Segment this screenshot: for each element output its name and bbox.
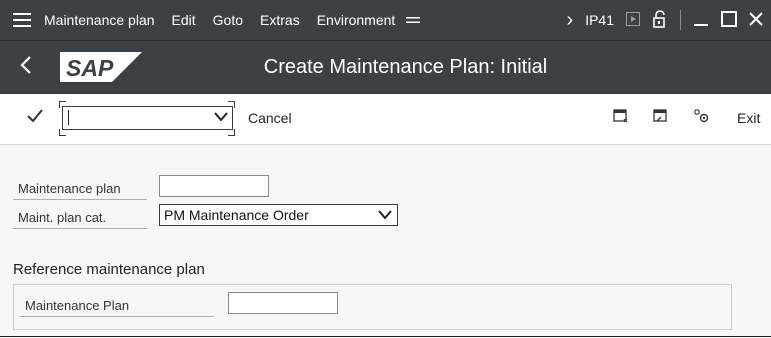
unlock-icon[interactable] [652, 9, 668, 31]
maintenance-plan-input[interactable] [159, 175, 269, 197]
field-bracket [59, 129, 66, 136]
shortcut-icon[interactable] [653, 108, 669, 129]
enter-check-icon[interactable] [27, 107, 43, 128]
label-underline [13, 228, 147, 229]
label-underline [19, 316, 214, 317]
menu-maintenance-plan[interactable]: Maintenance plan [44, 12, 155, 28]
reference-section-heading: Reference maintenance plan [13, 261, 205, 278]
maint-plan-cat-label: Maint. plan cat. [18, 210, 107, 225]
menubar-right-controls: › IP41 [555, 0, 771, 40]
cancel-button[interactable]: Cancel [248, 110, 292, 126]
reference-plan-label: Maintenance Plan [25, 298, 130, 313]
maintenance-plan-label: Maintenance plan [18, 181, 121, 196]
command-field[interactable] [62, 106, 233, 130]
menu-extras[interactable]: Extras [260, 12, 300, 28]
main-content: Maintenance plan Maint. plan cat. PM Mai… [0, 145, 771, 336]
chevron-down-icon[interactable] [214, 109, 228, 125]
play-icon[interactable] [626, 11, 640, 29]
chevron-down-icon[interactable] [378, 207, 392, 223]
transaction-code: IP41 [585, 12, 614, 28]
minimize-icon[interactable] [693, 11, 709, 30]
label-underline [13, 199, 147, 200]
more-menu-icon[interactable] [406, 12, 421, 28]
maximize-icon[interactable] [721, 10, 737, 30]
menu-goto[interactable]: Goto [213, 12, 243, 28]
close-icon[interactable] [749, 11, 763, 29]
exit-button[interactable]: Exit [737, 110, 760, 126]
expand-tcode-icon[interactable]: › [567, 9, 574, 32]
menu-environment[interactable]: Environment [317, 12, 396, 28]
maint-plan-cat-select[interactable]: PM Maintenance Order [159, 204, 398, 226]
separator [680, 10, 681, 30]
application-toolbar: Cancel Exit [0, 94, 771, 145]
menu-edit[interactable]: Edit [172, 12, 196, 28]
title-bar: SAP Create Maintenance Plan: Initial [0, 40, 771, 95]
maint-plan-cat-value: PM Maintenance Order [164, 207, 309, 223]
reference-plan-input[interactable] [228, 292, 338, 314]
create-session-icon[interactable] [613, 108, 629, 129]
field-bracket [228, 129, 235, 136]
menu-bar: Maintenance plan Edit Goto Extras Enviro… [0, 0, 771, 40]
page-title: Create Maintenance Plan: Initial [263, 56, 548, 78]
text-cursor [68, 110, 69, 125]
settings-gear-icon[interactable] [693, 108, 711, 129]
reference-group-box: Maintenance Plan [13, 284, 732, 330]
hamburger-menu-icon[interactable] [0, 13, 44, 27]
